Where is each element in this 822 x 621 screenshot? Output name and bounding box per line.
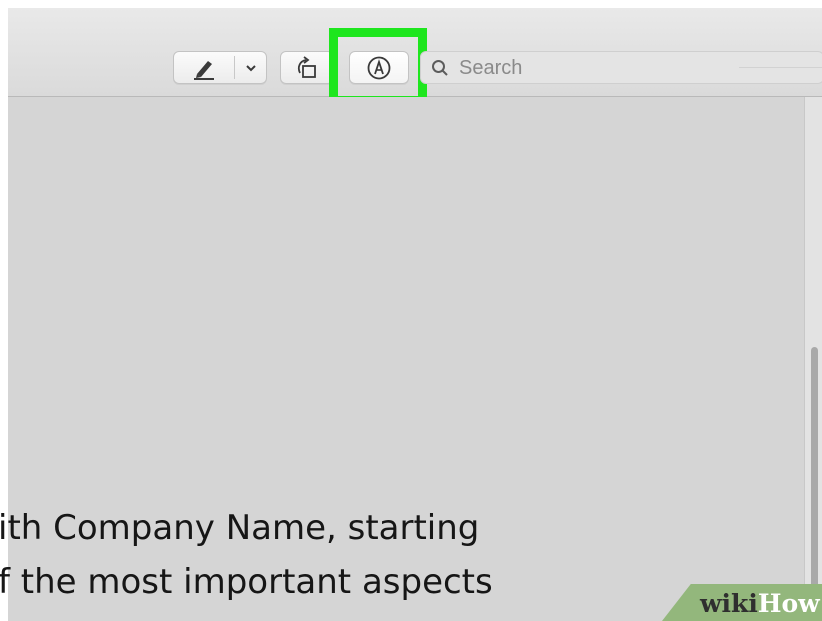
search-field-divider (739, 67, 822, 68)
scroll-thumb[interactable] (811, 347, 818, 617)
document-text-line: ith Company Name, starting (0, 508, 480, 548)
vertical-scrollbar[interactable] (804, 97, 822, 621)
search-placeholder: Search (459, 57, 523, 79)
search-icon (432, 60, 448, 76)
toolbar: Search (8, 8, 822, 105)
rotate-button[interactable] (280, 51, 334, 84)
search-field[interactable]: Search (420, 51, 822, 84)
chevron-down-icon (245, 64, 256, 71)
markup-dropdown-button[interactable] (235, 52, 266, 83)
markup-tools-group (173, 51, 267, 84)
watermark-how: How (757, 589, 820, 618)
highlight-box (329, 28, 427, 105)
rotate-icon (297, 55, 316, 78)
wikihow-watermark: wikiHow (700, 590, 820, 618)
document-text-line: f the most important aspects (0, 562, 493, 602)
pen-icon (194, 60, 214, 80)
markup-pen-button[interactable] (174, 52, 234, 83)
watermark-wiki: wiki (700, 589, 758, 618)
